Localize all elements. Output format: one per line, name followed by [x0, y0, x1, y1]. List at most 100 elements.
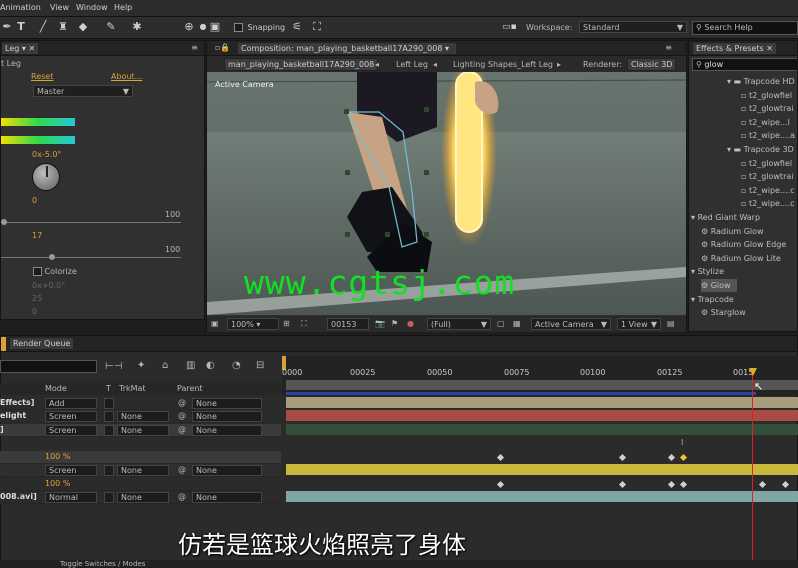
region-of-interest-icon[interactable]: ▢ — [497, 319, 505, 328]
mode-select[interactable]: Screen — [45, 411, 97, 422]
pen-tool-icon[interactable]: ✒ — [0, 20, 14, 34]
layer-name[interactable]: Effects] — [0, 398, 34, 407]
views-select[interactable]: 1 View ▼ — [617, 318, 661, 330]
effects-tree-item[interactable]: ⚙ Radium Glow Edge — [701, 238, 786, 251]
safe-area-icon[interactable]: ⛶ — [301, 319, 307, 329]
preserve-transparency-checkbox[interactable] — [104, 492, 114, 503]
slider-track-1[interactable] — [1, 222, 181, 223]
parent-select[interactable]: None — [192, 398, 262, 409]
transparency-grid-icon[interactable]: ▦ — [513, 319, 521, 328]
motion-blur-icon[interactable]: ◐ — [206, 360, 215, 371]
pick-whip-icon[interactable]: @ — [178, 398, 186, 407]
snapping-toggle[interactable]: Snapping — [234, 23, 285, 32]
effects-tree-item[interactable]: ⚙ Radium Glow Lite — [701, 252, 781, 265]
pick-whip-icon[interactable]: @ — [178, 425, 186, 434]
opacity-value[interactable]: 100 % — [45, 479, 70, 488]
layer-bar-2[interactable] — [286, 410, 798, 421]
preserve-transparency-checkbox[interactable] — [104, 425, 114, 436]
table-row[interactable]: Effects] Add @ None — [0, 397, 281, 410]
effects-tree-item[interactable]: ▾ Stylize — [691, 265, 724, 278]
axis-mode-icon[interactable]: ⊕ — [182, 20, 196, 34]
shy-icon[interactable]: ⌂ — [162, 360, 168, 371]
tab-effect-controls[interactable]: Leg ▾ ✕ — [1, 42, 40, 55]
crumb-left-leg[interactable]: Left Leg — [396, 60, 428, 69]
table-row[interactable]: ] Screen None @ None — [0, 424, 281, 437]
snap-options-icon[interactable]: ⚟ — [290, 20, 304, 34]
tab-effects-presets[interactable]: Effects & Presets ✕ — [692, 42, 777, 55]
angle-value[interactable]: 0x-5.0° — [32, 150, 61, 159]
effects-tree-item[interactable]: ▫ t2_wipe....c — [741, 197, 795, 210]
colorize-toggle[interactable]: Colorize — [33, 267, 77, 276]
zoom-select[interactable]: 100% ▾ — [227, 318, 279, 330]
timecode-field[interactable]: 00153 — [327, 318, 369, 330]
preserve-transparency-checkbox[interactable] — [104, 411, 114, 422]
table-row[interactable]: elight Screen None @ None — [0, 410, 281, 423]
mode-select[interactable]: Normal — [45, 492, 97, 503]
search-help-field[interactable]: ⚲ Search Help — [692, 21, 798, 35]
opacity-value[interactable]: 100 % — [45, 452, 70, 461]
view-options-icon[interactable]: ▤ — [667, 319, 675, 328]
mode-select[interactable]: Screen — [45, 425, 97, 436]
renderer-value[interactable]: Classic 3D — [627, 58, 677, 71]
trkmat-select[interactable]: None — [117, 425, 169, 436]
close-icon[interactable]: ✕ — [28, 44, 35, 53]
effects-search-field[interactable]: ⚲ glow — [692, 58, 797, 71]
layer-name[interactable]: 008.avi] — [0, 492, 37, 501]
mask-vertex[interactable] — [345, 232, 350, 237]
slider-track-2[interactable] — [1, 257, 181, 258]
preserve-transparency-checkbox[interactable] — [104, 398, 114, 409]
parent-select[interactable]: None — [192, 465, 262, 476]
effects-tree-item[interactable]: ⚙ Starglow — [701, 306, 746, 319]
mask-vertex[interactable] — [345, 170, 350, 175]
gradient-bar-1[interactable] — [1, 118, 75, 126]
resolution-select[interactable]: (Full) ▼ — [427, 318, 491, 330]
about-link[interactable]: About... — [111, 72, 142, 81]
puppet-pin-icon[interactable]: ✱ — [130, 20, 144, 34]
layer-bar-5[interactable] — [286, 491, 798, 502]
effects-tree-item[interactable]: ▫ t2_glowfiel — [741, 89, 792, 102]
layer-bar-4[interactable] — [286, 464, 798, 475]
comp-flowchart-icon[interactable]: ⊢⊣ — [105, 361, 122, 372]
value-zero[interactable]: 0 — [32, 196, 37, 205]
fit-icon[interactable]: ⛶ — [310, 20, 324, 34]
close-icon[interactable]: ✕ — [766, 44, 773, 53]
always-preview-icon[interactable]: ▣ — [211, 319, 219, 328]
layer-bar-3[interactable] — [286, 424, 798, 435]
lock-icon[interactable]: ▫🔒 — [215, 43, 230, 52]
parent-select[interactable]: None — [192, 411, 262, 422]
effects-tree-item[interactable]: ▾ Red Giant Warp — [691, 211, 760, 224]
preserve-transparency-checkbox[interactable] — [104, 465, 114, 476]
menu-window[interactable]: Window — [76, 3, 108, 12]
mask-vertex[interactable] — [385, 232, 390, 237]
mask-vertex[interactable] — [424, 170, 429, 175]
slider-knob-1[interactable] — [1, 219, 7, 225]
layer-name[interactable]: ] — [0, 425, 4, 434]
workspace-monitor-icon[interactable]: ▭▪ — [502, 20, 517, 34]
timeline-search-field[interactable] — [0, 360, 97, 373]
table-row[interactable]: Screen None @ None — [0, 464, 281, 477]
graph-editor-icon[interactable]: ◔ — [232, 360, 241, 371]
trkmat-select[interactable]: None — [117, 492, 169, 503]
tab-composition[interactable]: Composition: man_playing_basketball17A29… — [237, 42, 457, 65]
effects-tree-item[interactable]: ▫ t2_wipe....c — [741, 184, 795, 197]
tab-render-queue[interactable]: Render Queue — [9, 337, 75, 350]
slider-knob-2[interactable] — [49, 254, 55, 260]
trkmat-select[interactable]: None — [117, 411, 169, 422]
roto-brush-icon[interactable]: ✎ — [104, 20, 118, 34]
menu-help[interactable]: Help — [114, 3, 132, 12]
mask-vertex[interactable] — [424, 232, 429, 237]
trkmat-select[interactable]: None — [117, 465, 169, 476]
work-area-bar[interactable] — [286, 380, 798, 390]
layer-bar-1[interactable] — [286, 397, 798, 408]
mask-vertex[interactable] — [424, 107, 429, 112]
show-snapshot-icon[interactable]: ⚑ — [391, 319, 398, 328]
view-axis-icon[interactable]: ▣ — [208, 20, 222, 34]
parent-select[interactable]: None — [192, 492, 262, 503]
channel-icon[interactable]: ● — [407, 319, 414, 328]
effects-tree-item[interactable]: ▫ t2_glowtrai — [741, 170, 793, 183]
colorize-checkbox[interactable] — [33, 267, 42, 276]
effects-tree-item[interactable]: ▫ t2_wipe...l — [741, 116, 790, 129]
menu-animation[interactable]: Animation — [0, 3, 41, 12]
effects-tree-item[interactable]: ▫ t2_glowfiel — [741, 157, 792, 170]
effects-tree-item[interactable]: ⚙ Radium Glow — [701, 225, 764, 238]
